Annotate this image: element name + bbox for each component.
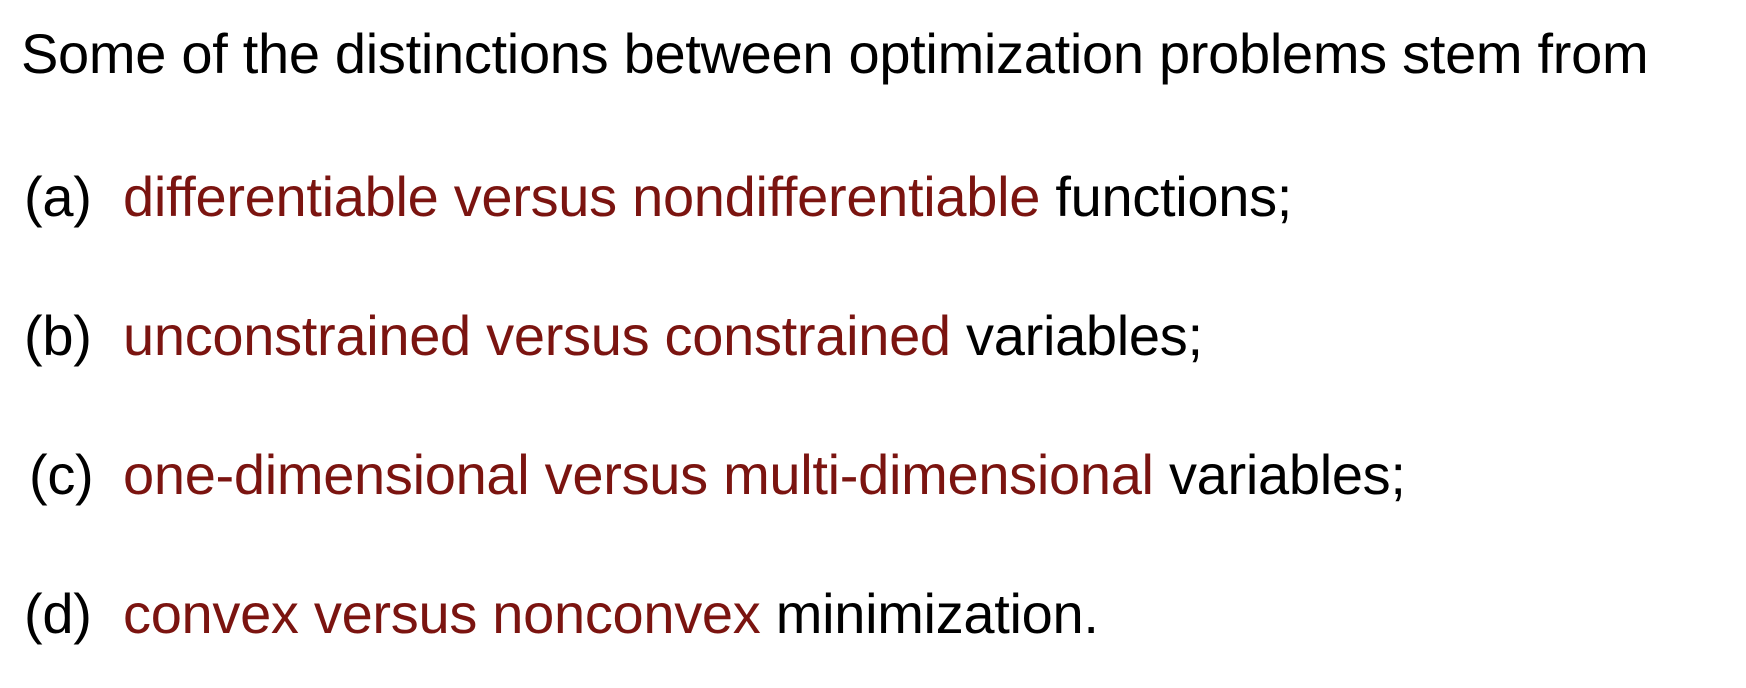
highlight-text: unconstrained versus constrained (123, 304, 951, 367)
list-marker: (d) (24, 582, 92, 645)
highlight-text: convex versus nonconvex (123, 582, 761, 645)
list-item-d: (d) convex versus nonconvex minimization. (24, 579, 1099, 649)
list-item-c: (c) one-dimensional versus multi-dimensio… (24, 440, 1406, 510)
intro-text: Some of the distinctions between optimiz… (21, 22, 1649, 85)
highlight-text: differentiable versus nondifferentiable (123, 165, 1041, 228)
list-marker: (a) (24, 165, 92, 228)
list-item-a: (a) differentiable versus nondifferentiab… (24, 162, 1292, 232)
list-marker: (c) (29, 443, 94, 506)
item-rest-text: variables; (1168, 443, 1406, 506)
item-rest-text: variables; (966, 304, 1203, 367)
item-rest-text: functions; (1055, 165, 1293, 228)
item-rest-text: minimization. (775, 582, 1099, 645)
highlight-text: one-dimensional versus multi-dimensional (123, 443, 1154, 506)
list-item-b: (b) unconstrained versus constrained vari… (24, 301, 1203, 371)
list-marker: (b) (24, 304, 92, 367)
slide: Some of the distinctions between optimiz… (0, 0, 1746, 688)
